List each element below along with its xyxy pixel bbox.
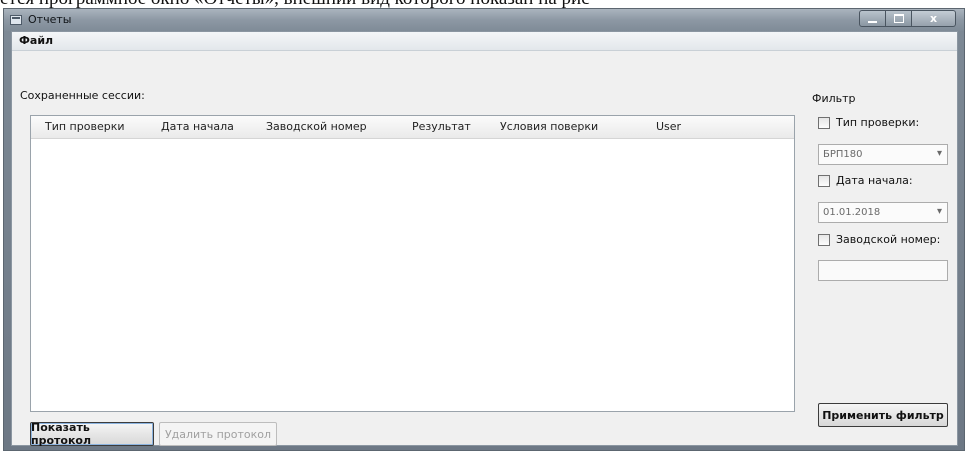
app-icon	[10, 15, 22, 25]
check-type-label: Тип проверки:	[836, 116, 920, 129]
column-header[interactable]: Результат	[412, 120, 471, 133]
filter-title: Фильтр	[812, 92, 856, 105]
minimize-icon	[868, 20, 877, 23]
check-type-select[interactable]: БРП180 ▾	[818, 144, 948, 165]
maximize-icon	[893, 14, 904, 23]
sessions-table[interactable]: Тип проверки Дата начала Заводской номер…	[30, 115, 795, 412]
column-header[interactable]: Заводской номер	[266, 120, 367, 133]
window-client-area: Файл Сохраненные сессии: Тип проверки Да…	[11, 31, 958, 447]
start-date-value: 01.01.2018	[823, 207, 881, 218]
start-date-checkbox[interactable]	[818, 175, 830, 187]
minimize-button[interactable]	[859, 10, 886, 27]
chevron-down-icon: ▾	[936, 148, 942, 159]
window-title: Отчеты	[28, 13, 72, 26]
check-type-value: БРП180	[823, 149, 863, 160]
column-header[interactable]: Тип проверки	[45, 120, 125, 133]
maximize-button[interactable]	[886, 10, 912, 27]
close-icon: x	[929, 12, 938, 25]
table-header: Тип проверки Дата начала Заводской номер…	[31, 116, 794, 139]
start-date-label: Дата начала:	[836, 174, 913, 187]
menu-bar: Файл	[12, 32, 957, 51]
menu-file[interactable]: Файл	[16, 34, 56, 47]
column-header[interactable]: Условия поверки	[500, 120, 598, 133]
delete-protocol-button[interactable]: Удалить протокол	[159, 422, 277, 446]
close-button[interactable]: x	[912, 10, 956, 27]
saved-sessions-label: Сохраненные сессии:	[20, 89, 145, 102]
serial-number-label: Заводской номер:	[836, 233, 941, 246]
show-protocol-button[interactable]: Показать протокол	[30, 421, 154, 447]
title-bar[interactable]: Отчеты x	[4, 9, 964, 31]
serial-number-checkbox[interactable]	[818, 234, 830, 246]
serial-number-input[interactable]	[818, 260, 948, 281]
check-type-checkbox[interactable]	[818, 117, 830, 129]
start-date-picker[interactable]: 01.01.2018 ▾	[818, 202, 948, 223]
window-controls: x	[859, 10, 956, 27]
chevron-down-icon: ▾	[936, 206, 942, 217]
column-header[interactable]: User	[656, 120, 681, 133]
column-header[interactable]: Дата начала	[161, 120, 234, 133]
reports-window: Отчеты x Файл Сохраненные сессии: Тип пр…	[3, 8, 965, 451]
apply-filter-button[interactable]: Применить фильтр	[818, 403, 948, 427]
